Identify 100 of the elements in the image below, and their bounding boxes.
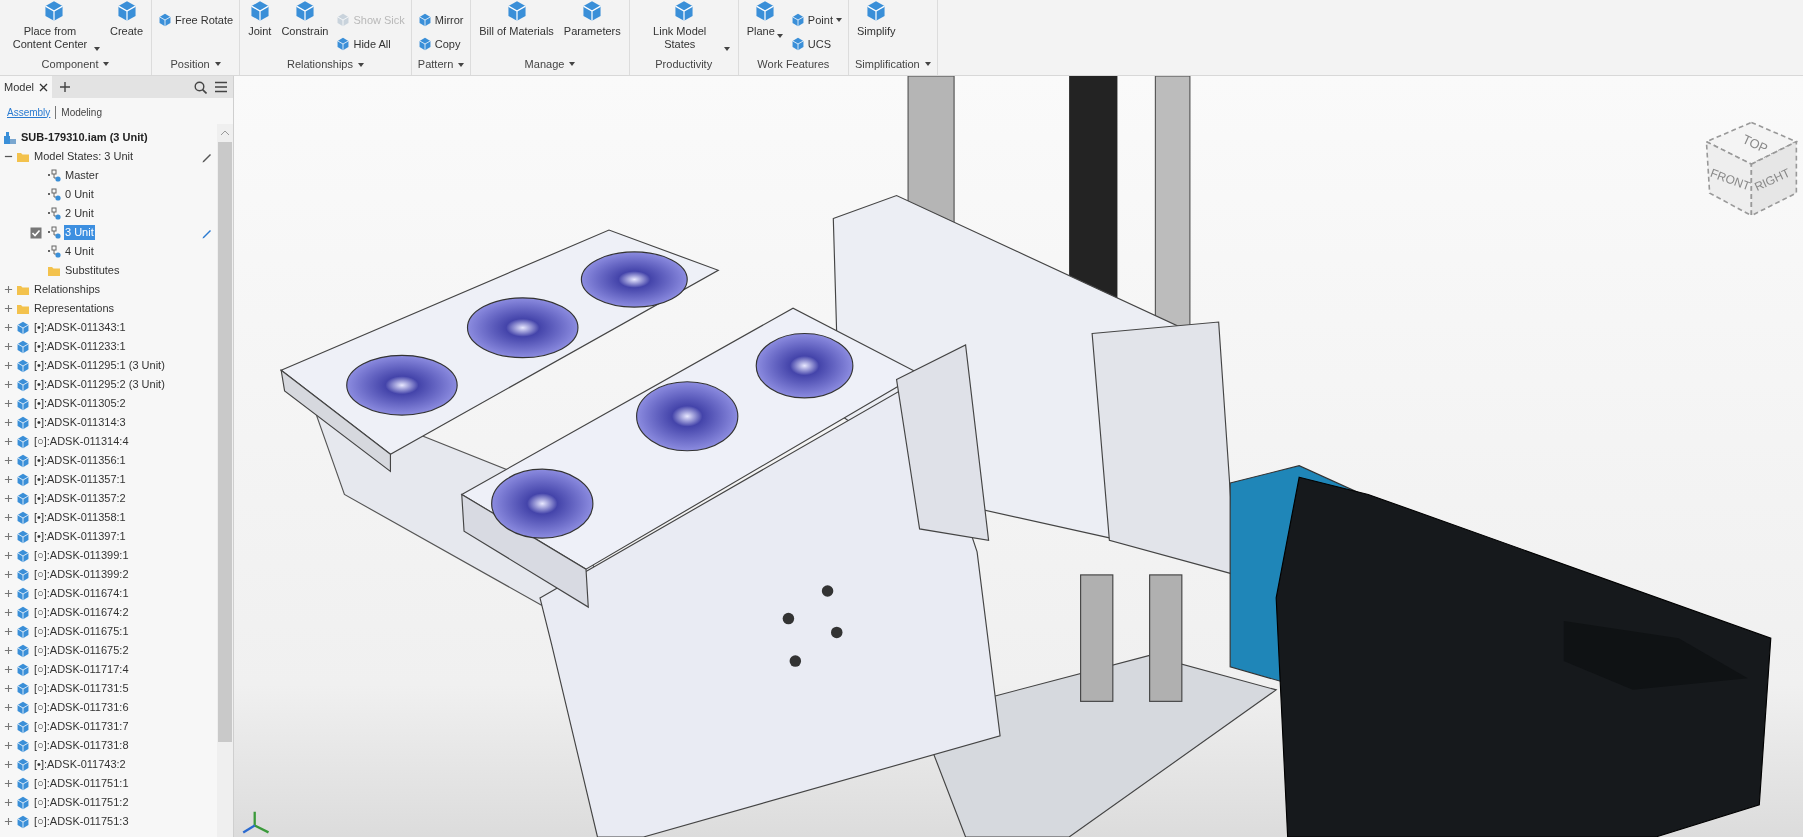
expand-icon[interactable]	[4, 741, 13, 750]
mode-tab[interactable]: Assembly	[7, 105, 51, 119]
tree-item-label[interactable]: [•]:ADSK-011314:3	[33, 415, 127, 430]
ribbon-button[interactable]: Bill of Materials	[477, 0, 556, 38]
tree-item-label[interactable]: [•]:ADSK-011233:1	[33, 339, 127, 354]
expand-icon[interactable]	[4, 285, 13, 294]
ribbon-button[interactable]: Point	[790, 10, 842, 30]
tree-item-label[interactable]: [○]:ADSK-011399:1	[33, 548, 130, 563]
expand-icon[interactable]	[4, 646, 13, 655]
tree-item-label[interactable]: [○]:ADSK-011675:2	[33, 643, 130, 658]
expand-icon[interactable]	[4, 494, 13, 503]
ribbon-button[interactable]: Simplify	[854, 0, 898, 38]
tree-item-label[interactable]: [○]:ADSK-011314:4	[33, 434, 130, 449]
scrollbar-thumb[interactable]	[218, 142, 232, 742]
expand-icon[interactable]	[4, 437, 13, 446]
tree-item-label[interactable]: [○]:ADSK-011399:2	[33, 567, 130, 582]
panel-label[interactable]: Simplification	[854, 53, 931, 75]
checkbox[interactable]	[30, 226, 42, 239]
scrollbar[interactable]	[217, 124, 233, 837]
tree-item-label[interactable]: [•]:ADSK-011743:2	[33, 757, 127, 772]
scroll-up-icon[interactable]	[221, 130, 229, 136]
expand-icon[interactable]	[4, 551, 13, 560]
expand-icon[interactable]	[4, 456, 13, 465]
expand-icon[interactable]	[4, 798, 13, 807]
ribbon-button[interactable]: UCS	[790, 34, 842, 54]
tree-item-label[interactable]: Relationships	[33, 282, 102, 297]
expand-icon[interactable]	[4, 684, 13, 693]
tree-item-label[interactable]: [•]:ADSK-011305:2	[33, 396, 127, 411]
tree-item-label[interactable]: [○]:ADSK-011674:2	[33, 605, 130, 620]
ribbon-button[interactable]: Free Rotate	[158, 10, 234, 30]
search-icon[interactable]	[194, 80, 207, 94]
tree-item-label[interactable]: 0 Unit	[64, 187, 95, 202]
tree-item-label[interactable]: [○]:ADSK-011731:7	[33, 719, 130, 734]
panel-label[interactable]: Manage	[477, 53, 623, 75]
tree-item-label[interactable]: [○]:ADSK-011751:1	[33, 776, 130, 791]
ribbon-button[interactable]: Hide All	[336, 34, 405, 54]
expand-icon[interactable]	[4, 475, 13, 484]
browser-tab[interactable]: Model	[0, 76, 52, 98]
expand-icon[interactable]	[4, 513, 13, 522]
panel-label[interactable]: Position	[158, 53, 234, 75]
ribbon-button[interactable]: Plane	[744, 0, 785, 38]
panel-label[interactable]: Work Features	[744, 54, 842, 75]
tree-item-label[interactable]: 4 Unit	[64, 244, 95, 259]
expand-icon[interactable]	[4, 608, 13, 617]
expand-icon[interactable]	[4, 304, 13, 313]
tree-item-label[interactable]: [○]:ADSK-011674:1	[33, 586, 130, 601]
expand-icon[interactable]	[4, 627, 13, 636]
expand-icon[interactable]	[4, 418, 13, 427]
panel-label[interactable]: Component	[6, 53, 146, 75]
tree-item-label[interactable]: [•]:ADSK-011343:1	[33, 320, 127, 335]
tree-item-label[interactable]: SUB-179310.iam (3 Unit)	[20, 130, 149, 145]
tree-item-label[interactable]: Master	[64, 168, 100, 183]
tree-item-label[interactable]: [○]:ADSK-011717:4	[33, 662, 130, 677]
cube-icon	[16, 643, 30, 658]
tree-item-label[interactable]: [○]:ADSK-011731:5	[33, 681, 130, 696]
tree-item-label[interactable]: [•]:ADSK-011295:2 (3 Unit)	[33, 377, 166, 392]
tree-item-label[interactable]: [•]:ADSK-011397:1	[33, 529, 127, 544]
expand-icon[interactable]	[4, 817, 13, 826]
ribbon-button[interactable]: Place from Content Center	[6, 0, 102, 51]
tree-item-label[interactable]: [•]:ADSK-011356:1	[33, 453, 127, 468]
expand-icon[interactable]	[4, 779, 13, 788]
tree-item-label[interactable]: [○]:ADSK-011751:2	[33, 795, 130, 810]
tree-item-label[interactable]: [•]:ADSK-011358:1	[33, 510, 127, 525]
expand-icon[interactable]	[4, 323, 13, 332]
ribbon-button[interactable]: Constrain	[279, 0, 331, 38]
expand-icon[interactable]	[4, 380, 13, 389]
ribbon-button[interactable]: Link Model States	[635, 0, 732, 51]
tree-item-label[interactable]: [○]:ADSK-011751:3	[33, 814, 130, 829]
expand-icon[interactable]	[4, 760, 13, 769]
expand-icon[interactable]	[4, 342, 13, 351]
tree-item-label[interactable]: [•]:ADSK-011357:2	[33, 491, 127, 506]
tree-item-label[interactable]: [•]:ADSK-011357:1	[33, 472, 127, 487]
tree-item-label[interactable]: Substitutes	[64, 263, 121, 278]
expand-icon[interactable]	[4, 532, 13, 541]
tree-item-label[interactable]: [○]:ADSK-011731:6	[33, 700, 130, 715]
ribbon-button[interactable]: Joint	[246, 0, 274, 38]
menu-icon[interactable]	[215, 81, 227, 93]
close-icon[interactable]	[38, 82, 48, 92]
panel-label[interactable]: Pattern	[417, 54, 465, 75]
expand-icon[interactable]	[4, 703, 13, 712]
mode-tab[interactable]: Modeling	[61, 105, 102, 119]
tree-item-label[interactable]: 2 Unit	[64, 206, 95, 221]
expand-icon[interactable]	[4, 399, 13, 408]
add-tab-icon[interactable]	[59, 82, 70, 92]
panel-label[interactable]: Productivity	[635, 53, 732, 75]
panel-label[interactable]: Relationships	[246, 54, 405, 75]
expand-icon[interactable]	[4, 722, 13, 731]
ribbon-button[interactable]: Mirror	[417, 10, 464, 30]
tree-item-label[interactable]: [•]:ADSK-011295:1 (3 Unit)	[33, 358, 166, 373]
expand-icon[interactable]	[4, 589, 13, 598]
ribbon-button[interactable]: Create	[108, 0, 146, 38]
ribbon-button[interactable]: Parameters	[561, 0, 623, 38]
tree-item-label[interactable]: [○]:ADSK-011731:8	[33, 738, 130, 753]
expand-icon[interactable]	[4, 665, 13, 674]
tree-item-label[interactable]: [○]:ADSK-011675:1	[33, 624, 130, 639]
tree-item-label[interactable]: Representations	[33, 301, 116, 316]
expand-icon[interactable]	[4, 361, 13, 370]
expand-icon[interactable]	[4, 570, 13, 579]
tree-item-label[interactable]: Model States: 3 Unit	[33, 149, 135, 164]
ribbon-button[interactable]: Copy	[417, 34, 464, 54]
